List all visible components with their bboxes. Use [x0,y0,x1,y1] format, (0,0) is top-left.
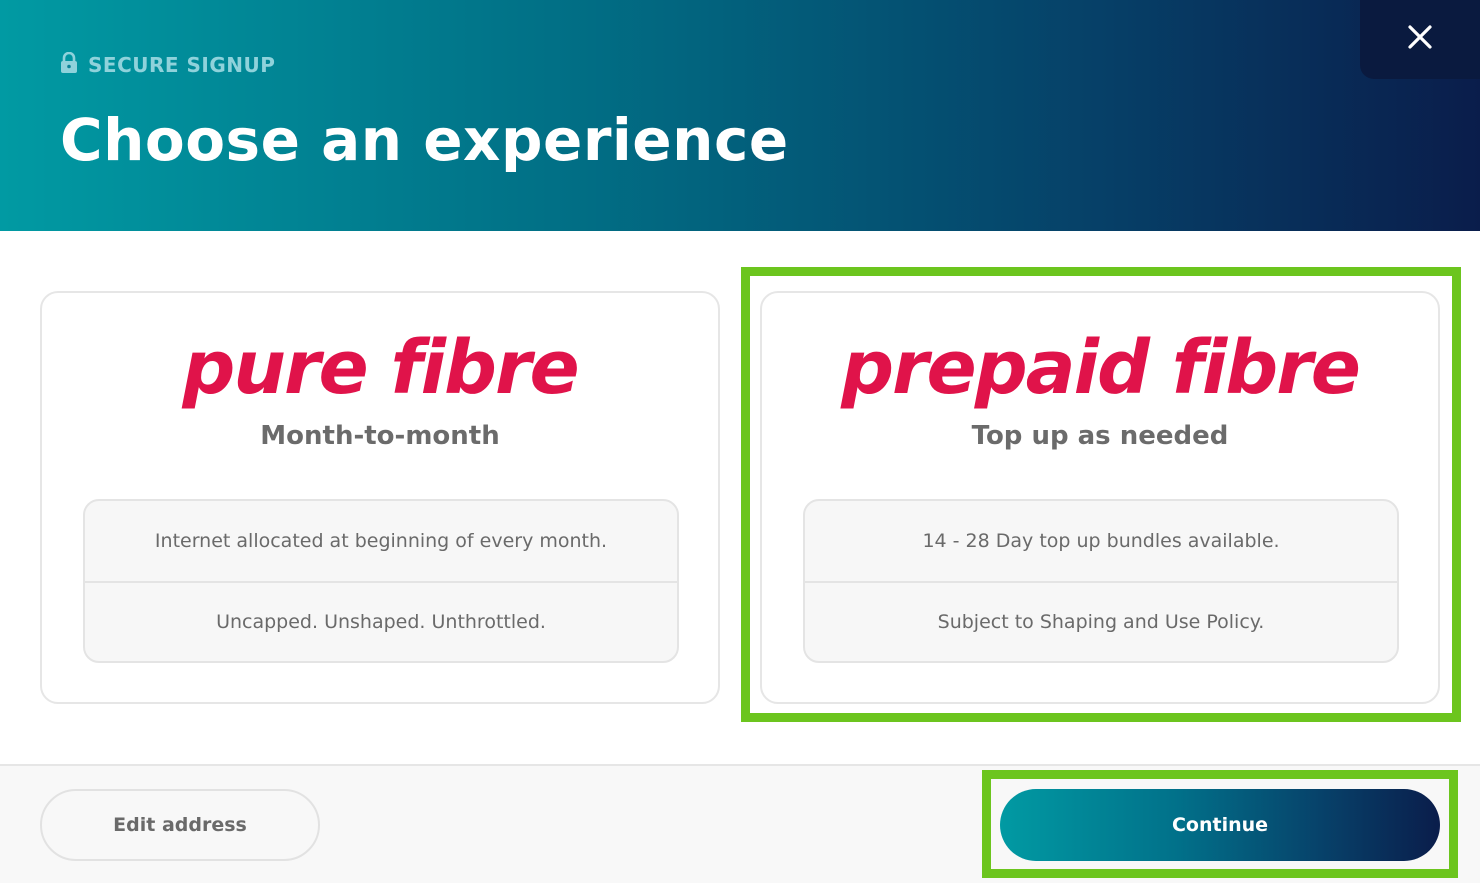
close-icon [1407,24,1433,55]
page-title: Choose an experience [60,106,789,174]
plan-feature: 14 - 28 Day top up bundles available. [922,530,1280,552]
plan-feature: Uncapped. Unshaped. Unthrottled. [85,581,677,661]
plan-feature: Internet allocated at beginning of every… [154,530,608,552]
signup-header: SECURE SIGNUP Choose an experience [0,0,1480,231]
secure-signup-badge: SECURE SIGNUP [60,51,276,79]
secure-signup-label: SECURE SIGNUP [88,53,276,77]
pure-fibre-logo: pure fibre [182,325,579,411]
plan-subtitle: Top up as needed [971,421,1229,451]
plan-features: Internet allocated at beginning of every… [83,499,679,663]
plan-card-pure-fibre[interactable]: pure fibre Month-to-month Internet alloc… [40,291,720,704]
edit-address-button[interactable]: Edit address [40,789,320,861]
prepaid-fibre-logo: prepaid fibre [841,325,1361,411]
plan-subtitle: Month-to-month [260,421,500,451]
continue-button[interactable]: Continue [1000,789,1440,861]
plan-feature: Subject to Shaping and Use Policy. [805,581,1397,661]
plan-features: 14 - 28 Day top up bundles available. Su… [803,499,1399,663]
close-button[interactable] [1360,0,1480,79]
plan-card-prepaid-fibre[interactable]: prepaid fibre Top up as needed 14 - 28 D… [760,291,1440,704]
lock-icon [60,51,78,79]
